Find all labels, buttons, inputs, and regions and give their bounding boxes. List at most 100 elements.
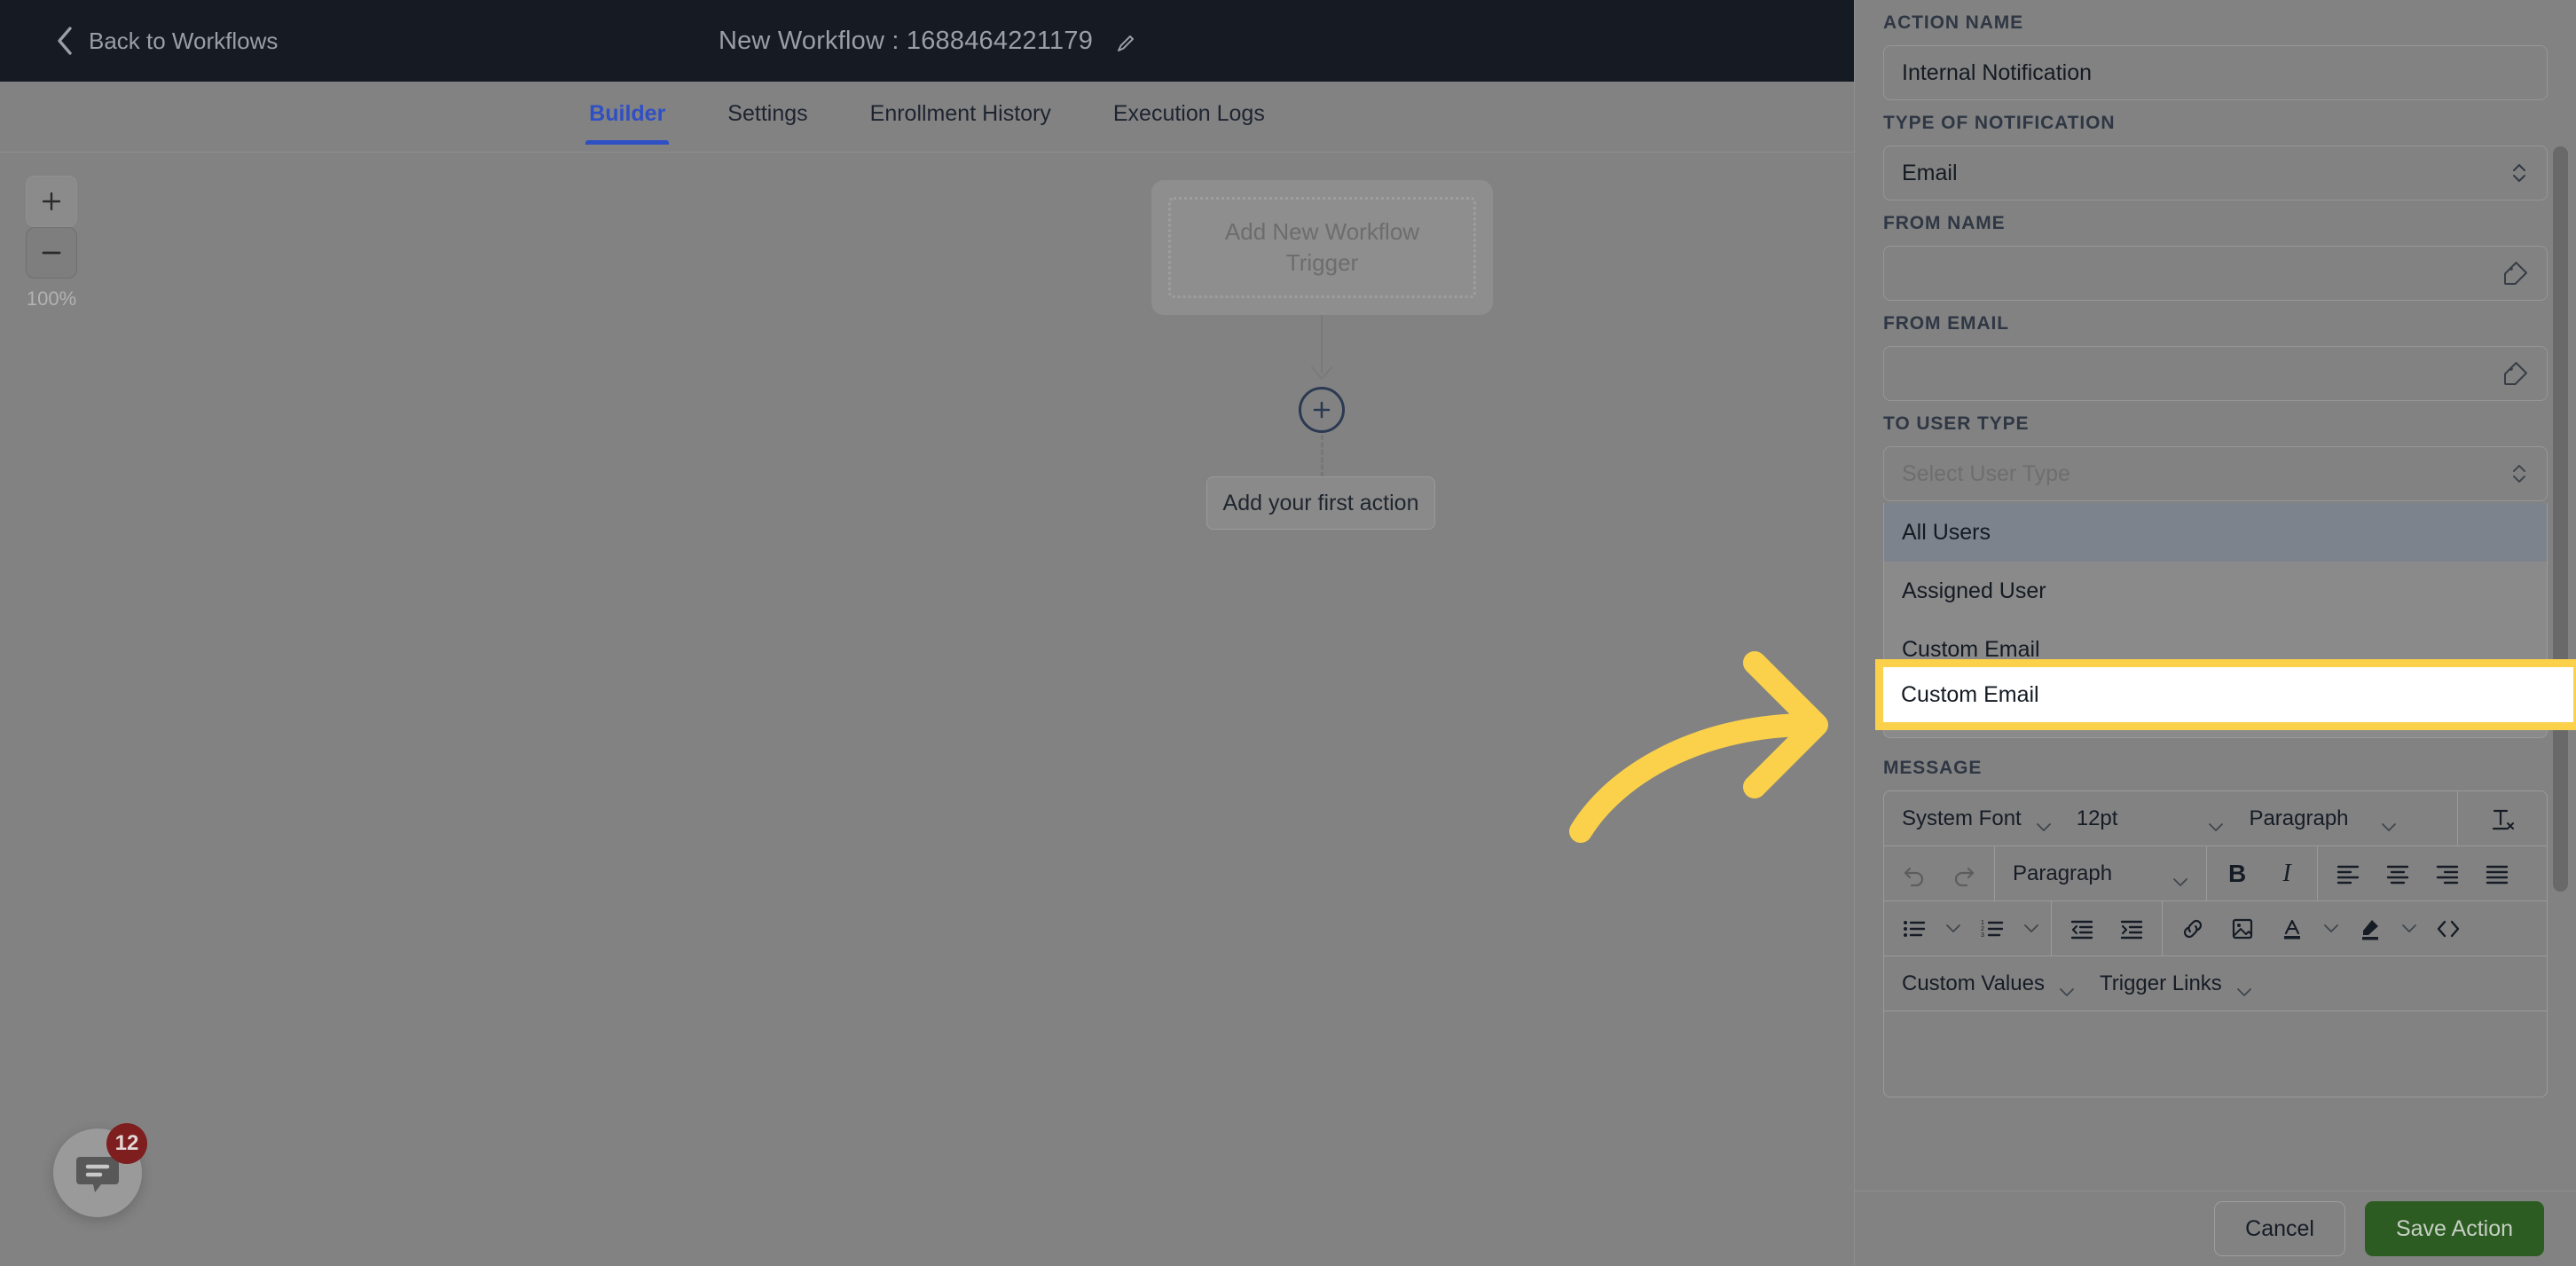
custom-values-label: Custom Values [1902, 971, 2045, 995]
cancel-button[interactable]: Cancel [2214, 1201, 2345, 1256]
builder-tabs: Builder Settings Enrollment History Exec… [0, 82, 1854, 153]
tab-execution-logs[interactable]: Execution Logs [1110, 82, 1268, 145]
panel-scrollbar[interactable] [2549, 0, 2571, 1191]
workflow-title-area: New Workflow : 1688464221179 [0, 27, 1854, 56]
chevron-updown-icon [2509, 460, 2529, 488]
action-config-panel: ACTION NAME Internal Notification TYPE O… [1854, 0, 2576, 1266]
action-config-scroll-area: ACTION NAME Internal Notification TYPE O… [1855, 0, 2576, 1191]
bullet-list-options-chevron-down-icon[interactable] [1939, 906, 1967, 952]
svg-text:2: 2 [1981, 926, 1984, 932]
source-code-icon[interactable] [2425, 906, 2471, 952]
panel-scrollbar-thumb[interactable] [2553, 146, 2568, 892]
support-chat-button[interactable]: 12 [53, 1123, 147, 1217]
field-type-of-notification: TYPE OF NOTIFICATION Email [1883, 113, 2548, 201]
text-color-icon[interactable] [2269, 906, 2315, 952]
connector-dashed-line [1321, 435, 1323, 477]
field-from-email: FROM EMAIL [1883, 313, 2548, 401]
to-user-type-placeholder: Select User Type [1902, 460, 2070, 486]
numbered-list-icon[interactable]: 1 2 3 [1969, 906, 2015, 952]
font-size-select[interactable]: 12pt [2064, 793, 2237, 845]
block-format-value-top: Paragraph [2249, 806, 2349, 830]
from-email-label: FROM EMAIL [1883, 313, 2009, 334]
from-email-input[interactable] [1883, 346, 2548, 401]
message-label: MESSAGE [1883, 758, 1983, 778]
zoom-level-label: 100% [26, 287, 77, 310]
tag-icon[interactable] [2502, 260, 2529, 287]
field-action-name: ACTION NAME Internal Notification [1883, 12, 2548, 100]
redo-icon[interactable] [1941, 851, 1987, 897]
list-group: 1 2 3 [1884, 901, 2052, 955]
tag-icon[interactable] [2502, 360, 2529, 387]
from-name-input[interactable] [1883, 246, 2548, 301]
to-user-type-select[interactable]: Select User Type [1883, 446, 2548, 501]
tab-settings[interactable]: Settings [724, 82, 811, 145]
chevron-down-icon [2208, 814, 2224, 831]
bullet-list-icon[interactable] [1891, 906, 1937, 952]
image-icon[interactable] [2219, 906, 2266, 952]
back-to-workflows-button[interactable]: Back to Workflows [55, 26, 278, 56]
italic-button[interactable]: I [2264, 851, 2310, 897]
add-new-workflow-trigger-button[interactable]: Add New Workflow Trigger [1168, 197, 1476, 298]
builder-stage: Back to Workflows New Workflow : 1688464… [0, 0, 1854, 1266]
chevron-down-icon [2381, 814, 2397, 831]
canvas-zoom-controls: 100% [18, 176, 85, 311]
to-user-type-label: TO USER TYPE [1883, 413, 2030, 434]
align-right-icon[interactable] [2424, 851, 2470, 897]
link-icon[interactable] [2170, 906, 2216, 952]
block-format-group: Paragraph [1995, 846, 2208, 900]
chevron-down-icon [2059, 979, 2075, 996]
editor-toolbar-row-2: Paragraph B I [1884, 846, 2547, 901]
plus-icon [42, 192, 61, 211]
dropdown-option-assigned-user[interactable]: Assigned User [1884, 562, 2547, 620]
message-editor-body[interactable] [1884, 1011, 2547, 1097]
svg-text:3: 3 [1981, 932, 1984, 939]
from-name-label: FROM NAME [1883, 213, 2006, 233]
editor-toolbar-row-1: System Font 12pt Paragraph [1884, 791, 2547, 846]
highlighted-custom-email-option[interactable]: Custom Email [1875, 659, 2576, 730]
type-of-notification-select[interactable]: Email [1883, 145, 2548, 201]
save-action-button[interactable]: Save Action [2364, 1201, 2544, 1256]
connector-line [1321, 315, 1323, 373]
highlight-color-icon[interactable] [2347, 906, 2393, 952]
clear-formatting-icon[interactable] [2479, 796, 2525, 842]
tab-builder[interactable]: Builder [585, 82, 670, 145]
align-left-icon[interactable] [2325, 851, 2371, 897]
font-family-select[interactable]: System Font [1889, 793, 2064, 845]
trigger-links-select[interactable]: Trigger Links [2087, 958, 2265, 1010]
block-format-select[interactable]: Paragraph [2000, 848, 2201, 900]
connector-arrowhead-icon [1310, 366, 1333, 381]
tab-enrollment-history[interactable]: Enrollment History [867, 82, 1055, 145]
highlight-color-chevron-down-icon[interactable] [2395, 906, 2423, 952]
align-center-icon[interactable] [2375, 851, 2421, 897]
pencil-icon[interactable] [1116, 31, 1135, 51]
add-action-node-button[interactable] [1299, 387, 1345, 433]
undo-icon[interactable] [1891, 851, 1937, 897]
font-size-value: 12pt [2076, 806, 2118, 830]
back-to-workflows-label: Back to Workflows [89, 27, 279, 54]
trigger-links-label: Trigger Links [2099, 971, 2222, 995]
minus-icon [42, 251, 61, 255]
block-format-select-top[interactable]: Paragraph [2236, 793, 2408, 845]
text-style-group: B I [2207, 846, 2319, 900]
svg-text:1: 1 [1981, 920, 1984, 926]
workflow-builder-screen: Back to Workflows New Workflow : 1688464… [0, 0, 2576, 1266]
add-your-first-action-button[interactable]: Add your first action [1206, 476, 1435, 530]
numbered-list-options-chevron-down-icon[interactable] [2017, 906, 2046, 952]
custom-values-select[interactable]: Custom Values [1889, 958, 2087, 1010]
outdent-icon[interactable] [2059, 906, 2105, 952]
text-color-chevron-down-icon[interactable] [2317, 906, 2345, 952]
type-of-notification-label: TYPE OF NOTIFICATION [1883, 113, 2116, 133]
dropdown-option-all-users[interactable]: All Users [1884, 503, 2547, 562]
bold-button[interactable]: B [2214, 851, 2260, 897]
history-group [1884, 846, 1995, 900]
chevron-down-icon [2236, 979, 2252, 996]
plus-circle-icon [1313, 401, 1331, 419]
indent-icon[interactable] [2109, 906, 2155, 952]
zoom-out-button[interactable] [26, 227, 77, 279]
insert-group [2163, 901, 2478, 955]
zoom-in-button[interactable] [26, 176, 77, 227]
align-justify-icon[interactable] [2474, 851, 2520, 897]
workflow-trigger-card: Add New Workflow Trigger [1151, 180, 1493, 315]
action-name-input[interactable]: Internal Notification [1883, 45, 2548, 100]
editor-toolbar-row-4: Custom Values Trigger Links [1884, 956, 2547, 1011]
